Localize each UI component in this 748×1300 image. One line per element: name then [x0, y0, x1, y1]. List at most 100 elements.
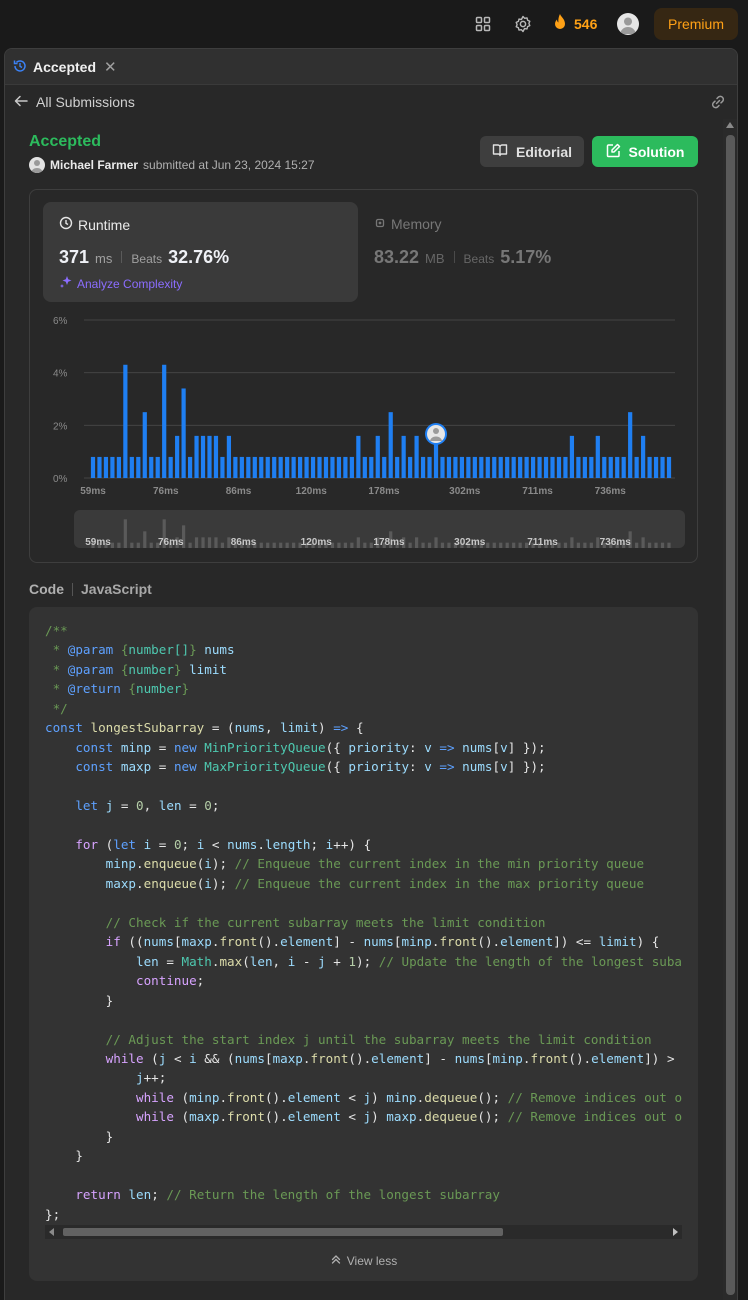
chart-bar — [408, 456, 413, 478]
sparkle-icon — [59, 275, 73, 292]
horizontal-scrollbar[interactable] — [45, 1225, 682, 1239]
minimap-label: 59ms — [85, 537, 111, 548]
arrow-left-icon[interactable] — [13, 93, 29, 109]
chart-bar — [602, 456, 607, 478]
minimap-bar — [363, 542, 367, 548]
minimap-bar — [667, 542, 671, 548]
submitter-info: Michael Farmer submitted at Jun 23, 2024… — [29, 157, 315, 173]
x-tick-label: 711ms — [522, 486, 553, 497]
chart-bar — [472, 456, 477, 478]
chart-bar — [395, 456, 400, 478]
chart-bar — [317, 456, 322, 478]
chart-bar — [220, 456, 225, 478]
chart-bar — [310, 456, 316, 478]
chart-bar — [142, 412, 147, 478]
analyze-complexity-button[interactable]: Analyze Complexity — [59, 275, 182, 292]
submitted-time: submitted at Jun 23, 2024 15:27 — [143, 158, 315, 172]
code-language: JavaScript — [81, 581, 152, 597]
edit-icon — [606, 143, 621, 161]
chart-bar — [187, 456, 193, 478]
runtime-title-row: Runtime — [59, 216, 130, 233]
minimap-label: 302ms — [454, 537, 486, 548]
x-tick-label: 302ms — [449, 486, 481, 497]
code-label: Code — [29, 581, 64, 597]
chart-bar — [362, 456, 367, 478]
scrollbar-thumb[interactable] — [726, 135, 735, 1295]
premium-button[interactable]: Premium — [654, 8, 738, 40]
y-tick-label: 0% — [53, 474, 68, 485]
chart-bar — [304, 456, 309, 478]
minimap-bar — [149, 542, 153, 548]
submitter-name[interactable]: Michael Farmer — [50, 158, 138, 172]
link-icon[interactable] — [709, 93, 727, 111]
minimap-bar — [583, 542, 587, 548]
minimap-bar — [343, 542, 348, 548]
scroll-left-icon[interactable] — [49, 1228, 54, 1236]
minimap-bar — [512, 542, 516, 548]
chart-bar — [246, 456, 251, 478]
submission-panel: Accepted ✕ All Submissions Accepted Mich… — [4, 48, 738, 1300]
analyze-label: Analyze Complexity — [77, 276, 183, 291]
minimap-bar — [356, 537, 360, 548]
minimap-bar — [440, 542, 445, 548]
chart-bar — [543, 456, 549, 478]
chart-bar — [401, 435, 406, 478]
close-icon[interactable]: ✕ — [104, 58, 117, 76]
chart-bar — [181, 388, 186, 478]
minimap-bar — [641, 537, 645, 548]
minimap-label: 120ms — [301, 537, 333, 548]
scroll-up-icon[interactable] — [726, 122, 734, 128]
tab-accepted[interactable]: Accepted ✕ — [13, 55, 117, 79]
chart-bar — [252, 456, 257, 478]
editorial-button[interactable]: Editorial — [480, 136, 584, 167]
minimap-bar — [589, 542, 593, 548]
runtime-box[interactable]: Runtime 371 ms Beats 32.76% Analyze Comp… — [43, 202, 358, 302]
chip-icon — [374, 216, 386, 232]
all-submissions-link[interactable]: All Submissions — [36, 94, 135, 110]
chart-bar — [563, 456, 568, 478]
minimap-bar — [266, 542, 270, 548]
chart-bar — [466, 456, 471, 478]
gear-icon[interactable] — [512, 13, 534, 35]
scrollbar-thumb[interactable] — [63, 1228, 503, 1236]
minimap-bar — [499, 542, 503, 548]
code-viewer[interactable]: /** * @param {number[]} nums * @param {n… — [45, 621, 682, 1229]
chart-bar — [265, 456, 270, 478]
chart-bar — [576, 456, 581, 478]
grid-icon[interactable] — [472, 13, 494, 35]
minimap-label: 76ms — [158, 537, 184, 548]
memory-box[interactable]: Memory 83.22 MB Beats 5.17% — [374, 202, 674, 302]
x-tick-label: 178ms — [368, 486, 400, 497]
minimap-bar — [421, 542, 425, 548]
chart-bar — [485, 456, 490, 478]
avatar[interactable] — [617, 13, 639, 35]
y-tick-label: 2% — [53, 421, 68, 432]
scroll-right-icon[interactable] — [673, 1228, 678, 1236]
streak-counter[interactable]: 546 — [552, 12, 597, 36]
runtime-title: Runtime — [78, 216, 131, 233]
clock-icon — [59, 216, 73, 233]
minimap-bar — [576, 542, 580, 548]
y-tick-label: 4% — [53, 369, 68, 380]
chart-bar — [459, 456, 464, 478]
minimap-label: 711ms — [527, 537, 558, 548]
chart-bar — [239, 456, 244, 478]
avatar[interactable] — [29, 157, 45, 173]
chart-bar — [498, 456, 503, 478]
chart-bar — [97, 456, 102, 478]
chart-bar — [336, 456, 342, 478]
vertical-scrollbar[interactable] — [723, 119, 737, 1300]
minimap-label: 86ms — [231, 537, 257, 548]
chart-bar — [628, 412, 633, 478]
minimap-bar — [369, 542, 373, 548]
chart-bar — [556, 456, 562, 478]
solution-button[interactable]: Solution — [592, 136, 698, 167]
chart-bar — [621, 456, 626, 478]
view-less-button[interactable]: View less — [29, 1253, 698, 1268]
chart-bar — [589, 456, 594, 478]
minimap-bar — [130, 542, 134, 548]
chart-bar — [259, 456, 264, 478]
minimap-bar — [207, 537, 212, 548]
top-nav: 546 Premium — [0, 0, 748, 48]
chart-bar — [641, 435, 646, 478]
